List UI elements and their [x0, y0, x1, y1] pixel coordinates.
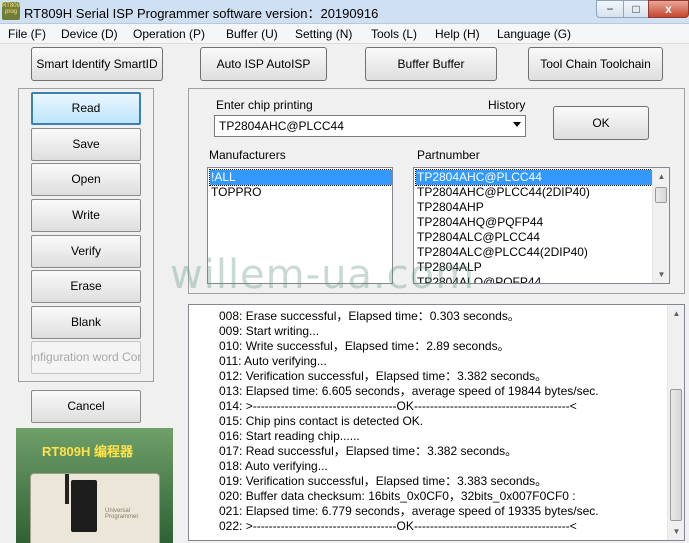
scroll-down-icon[interactable]: ▼: [668, 523, 684, 540]
scroll-thumb[interactable]: [670, 389, 682, 521]
enter-chip-label: Enter chip printing: [216, 98, 313, 112]
partnumber-scrollbar[interactable]: ▲ ▼: [652, 168, 669, 283]
manufacturers-list[interactable]: !ALL TOPPRO: [207, 167, 393, 284]
read-button[interactable]: Read: [31, 92, 141, 125]
write-button[interactable]: Write: [31, 199, 141, 232]
log-line: 017: Read successful，Elapsed time：3.382 …: [219, 444, 518, 458]
configuration-word-button: Configuration word Configuration: [31, 341, 141, 374]
list-item[interactable]: TP2804ALP: [416, 260, 483, 275]
log-line: 020: Buffer data checksum: 16bits_0x0CF0…: [219, 489, 576, 503]
list-item[interactable]: !ALL: [209, 169, 392, 186]
list-item[interactable]: TP2804AHQ@PQFP44: [416, 215, 544, 230]
product-image: RT809H 编程器 Universal Programmer: [16, 428, 173, 543]
menu-device[interactable]: Device (D): [61, 27, 118, 41]
list-item[interactable]: TP2804AHP: [416, 200, 485, 215]
list-item[interactable]: TP2804ALQ@PQFP44: [416, 275, 542, 283]
log-scrollbar[interactable]: ▲ ▼: [667, 305, 684, 540]
menu-file[interactable]: File (F): [8, 27, 46, 41]
list-item[interactable]: TP2804ALC@PLCC44: [416, 230, 541, 245]
scroll-down-icon[interactable]: ▼: [653, 266, 669, 283]
save-button[interactable]: Save: [31, 128, 141, 161]
smart-identify-button[interactable]: Smart Identify SmartID: [31, 47, 163, 81]
log-line: 015: Chip pins contact is detected OK.: [219, 414, 424, 428]
scroll-up-icon[interactable]: ▲: [668, 305, 684, 322]
minimize-button[interactable]: −: [596, 0, 624, 18]
cancel-button[interactable]: Cancel: [31, 390, 141, 423]
list-item[interactable]: TP2804AHC@PLCC44(2DIP40): [416, 185, 591, 200]
zif-socket-icon: [71, 480, 97, 532]
log-line: 018: Auto verifying...: [219, 459, 328, 473]
log-line: 013: Elapsed time: 6.605 seconds，average…: [219, 384, 599, 398]
log-line: 011: Auto verifying...: [219, 354, 327, 368]
tool-chain-button[interactable]: Tool Chain Toolchain: [528, 47, 663, 81]
history-label: History: [488, 98, 526, 112]
partnumber-list[interactable]: TP2804AHC@PLCC44 TP2804AHC@PLCC44(2DIP40…: [413, 167, 670, 284]
chip-printing-value: TP2804AHC@PLCC44: [219, 119, 344, 133]
log-line: 012: Verification successful，Elapsed tim…: [219, 369, 548, 383]
list-item[interactable]: TP2804ALC@PLCC44(2DIP40): [416, 245, 589, 260]
programmer-device-image: Universal Programmer: [30, 473, 160, 543]
log-line: 022: >----------------------------------…: [219, 519, 577, 533]
list-item[interactable]: TP2804AHC@PLCC44: [415, 169, 653, 186]
ok-button[interactable]: OK: [553, 106, 649, 140]
erase-button[interactable]: Erase: [31, 270, 141, 303]
menu-setting[interactable]: Setting (N): [295, 27, 352, 41]
close-button[interactable]: x: [648, 0, 689, 18]
menu-language[interactable]: Language (G): [497, 27, 571, 41]
scroll-up-icon[interactable]: ▲: [653, 168, 669, 185]
log-line: 008: Erase successful，Elapsed time：0.303…: [219, 309, 520, 323]
title-bar[interactable]: RT809 prog RT809H Serial ISP Programmer …: [0, 0, 689, 24]
list-item[interactable]: TOPPRO: [210, 185, 262, 200]
log-line: 014: >----------------------------------…: [219, 399, 577, 413]
blank-button[interactable]: Blank: [31, 306, 141, 339]
app-icon: RT809 prog: [2, 2, 20, 20]
chip-printing-combobox[interactable]: TP2804AHC@PLCC44: [214, 115, 526, 137]
open-button[interactable]: Open: [31, 163, 141, 196]
log-line: 019: Verification successful，Elapsed tim…: [219, 474, 548, 488]
log-output[interactable]: 008: Erase successful，Elapsed time：0.303…: [188, 304, 685, 541]
scroll-thumb[interactable]: [655, 187, 667, 203]
log-line: 010: Write successful，Elapsed time：2.89 …: [219, 339, 510, 353]
product-title: RT809H 编程器: [42, 444, 134, 459]
maximize-button[interactable]: □: [623, 0, 649, 18]
log-line: 021: Elapsed time: 6.779 seconds，average…: [219, 504, 599, 518]
menu-bar: File (F) Device (D) Operation (P) Buffer…: [0, 24, 689, 44]
partnumber-label: Partnumber: [417, 148, 480, 162]
socket-lever: [65, 474, 69, 504]
auto-isp-button[interactable]: Auto ISP AutoISP: [200, 47, 327, 81]
manufacturers-label: Manufacturers: [209, 148, 286, 162]
menu-buffer[interactable]: Buffer (U): [226, 27, 278, 41]
window-title: RT809H Serial ISP Programmer software ve…: [24, 6, 379, 21]
menu-help[interactable]: Help (H): [435, 27, 480, 41]
menu-operation[interactable]: Operation (P): [133, 27, 205, 41]
log-line: 016: Start reading chip......: [219, 429, 360, 443]
chevron-down-icon[interactable]: [513, 122, 521, 127]
log-line: 009: Start writing...: [219, 324, 320, 338]
verify-button[interactable]: Verify: [31, 235, 141, 268]
menu-tools[interactable]: Tools (L): [371, 27, 417, 41]
buffer-button[interactable]: Buffer Buffer: [365, 47, 497, 81]
device-label: Universal Programmer: [105, 508, 139, 520]
